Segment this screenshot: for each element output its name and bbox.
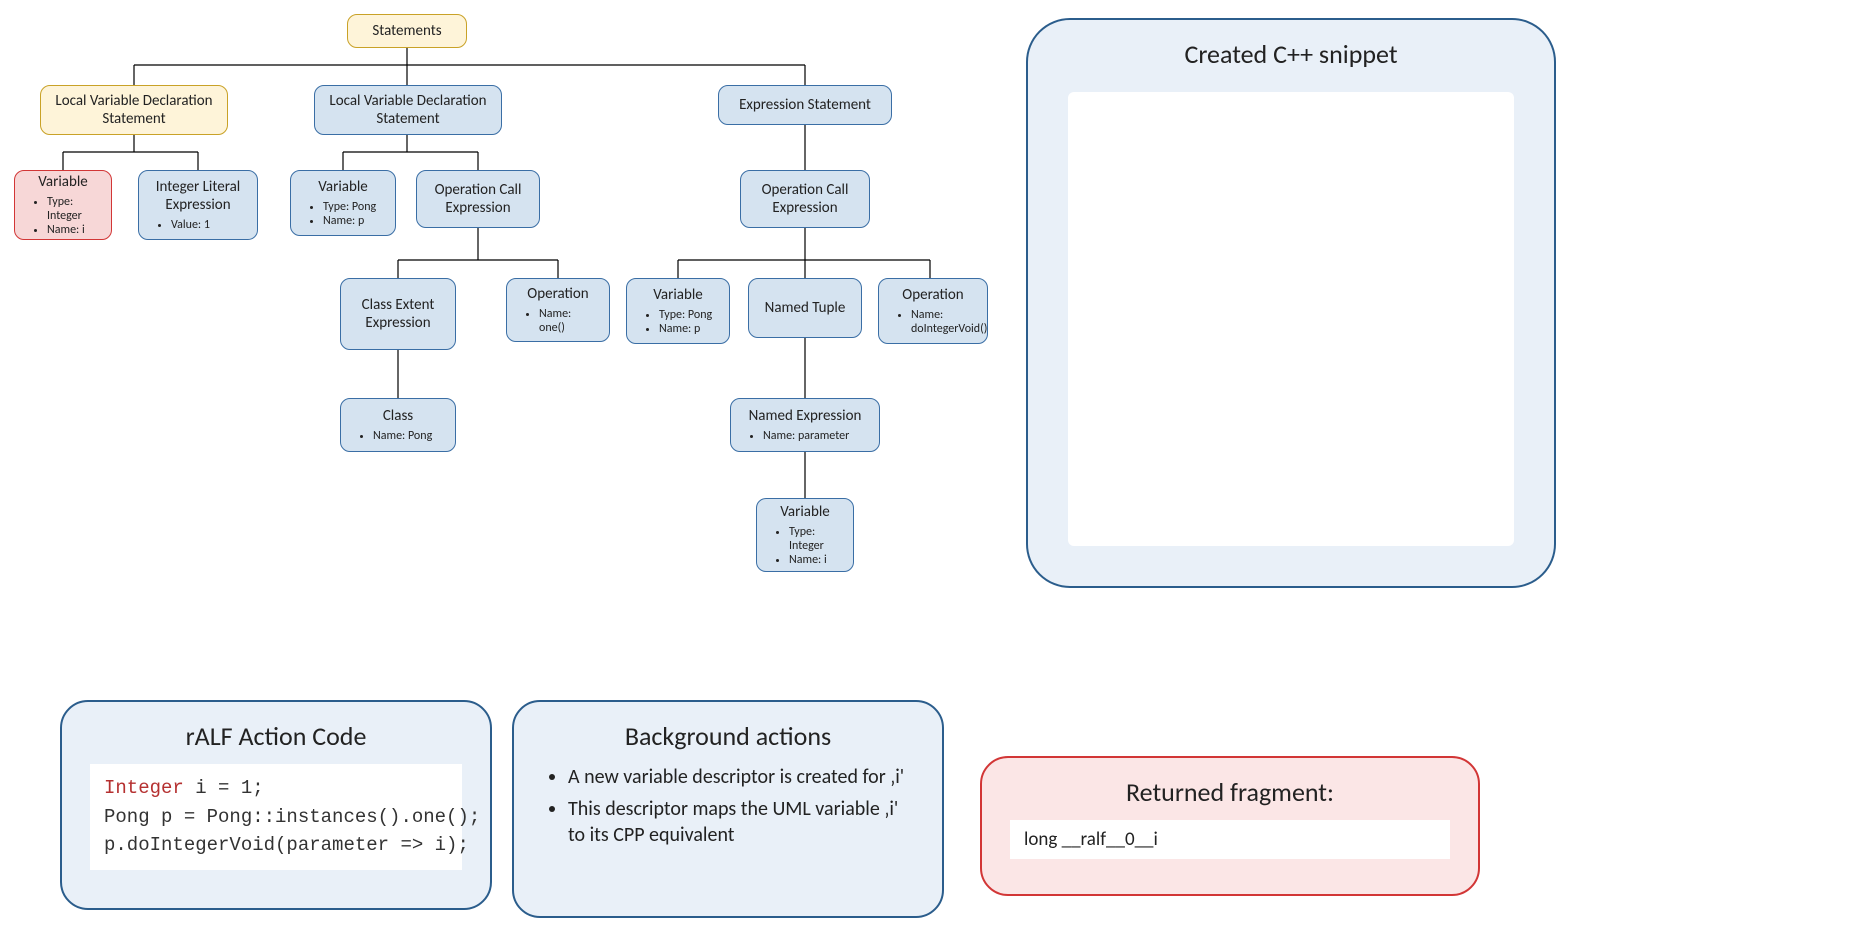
code-keyword: Integer (104, 777, 184, 799)
node-label: Class Extent Expression (351, 296, 445, 332)
panel-title: rALF Action Code (90, 720, 462, 752)
node-label: Statements (372, 22, 441, 40)
code-text: Pong p = Pong::instances().one(); (104, 806, 480, 828)
node-operation-call-expression-1: Operation Call Expression (416, 170, 540, 228)
panel-title: Created C++ snippet (1056, 38, 1526, 70)
node-operation-one: Operation Name: one() (506, 278, 610, 342)
tree-connectors (0, 0, 1876, 700)
node-label: Integer Literal Expression (149, 178, 247, 214)
node-statements: Statements (347, 14, 467, 48)
attr: Type: Integer (789, 525, 841, 553)
node-label: Operation Call Expression (751, 181, 859, 217)
snippet-empty-area (1068, 92, 1514, 546)
attr: Name: one() (539, 307, 597, 335)
attr: Name: Pong (373, 429, 443, 443)
node-named-tuple: Named Tuple (748, 278, 862, 338)
attr: Name: parameter (763, 429, 867, 443)
node-label: Named Expression (749, 407, 862, 425)
node-class-pong: Class Name: Pong (340, 398, 456, 452)
attr: Type: Integer (47, 195, 99, 223)
code-text: i = 1; (184, 777, 264, 799)
node-label: Variable (780, 503, 830, 521)
returned-fragment-text: long __ralf__0__i (1010, 820, 1450, 859)
node-expression-statement: Expression Statement (718, 85, 892, 125)
panel-title: Returned fragment: (1010, 776, 1450, 808)
node-class-extent-expression: Class Extent Expression (340, 278, 456, 350)
node-label: Operation Call Expression (427, 181, 529, 217)
node-label: Variable (38, 173, 88, 191)
panel-ralf-action-code: rALF Action Code Integer i = 1; Pong p =… (60, 700, 492, 910)
panel-background-actions: Background actions A new variable descri… (512, 700, 944, 918)
attr: Name: p (659, 322, 717, 336)
attr: Type: Pong (323, 200, 383, 214)
node-integer-literal-expression: Integer Literal Expression Value: 1 (138, 170, 258, 240)
panel-created-snippet: Created C++ snippet (1026, 18, 1556, 588)
node-variable-p-pong: Variable Type: Pong Name: p (290, 170, 396, 236)
node-label: Variable (318, 178, 368, 196)
node-variable-i-integer: Variable Type: Integer Name: i (14, 170, 112, 240)
attr: Type: Pong (659, 308, 717, 322)
node-operation-dointegervoid: Operation Name: doIntegerVoid() (878, 278, 988, 344)
bullet: This descriptor maps the UML variable ‚i… (568, 796, 914, 848)
node-label: Operation (902, 286, 963, 304)
node-operation-call-expression-2: Operation Call Expression (740, 170, 870, 228)
node-variable-p-pong-2: Variable Type: Pong Name: p (626, 278, 730, 344)
node-lvd-statement-2: Local Variable Declaration Statement (314, 85, 502, 135)
node-label: Local Variable Declaration Statement (325, 92, 491, 128)
node-label: Named Tuple (765, 299, 846, 317)
attr: Name: doIntegerVoid() (911, 308, 975, 336)
panel-returned-fragment: Returned fragment: long __ralf__0__i (980, 756, 1480, 896)
attr: Value: 1 (171, 218, 245, 232)
panel-title: Background actions (542, 720, 914, 752)
node-lvd-statement-1: Local Variable Declaration Statement (40, 85, 228, 135)
node-label: Class (383, 407, 413, 425)
node-variable-i-integer-2: Variable Type: Integer Name: i (756, 498, 854, 572)
node-named-expression: Named Expression Name: parameter (730, 398, 880, 452)
code-text: p.doIntegerVoid(parameter => i); (104, 834, 469, 856)
node-label: Local Variable Declaration Statement (51, 92, 217, 128)
node-label: Operation (527, 285, 588, 303)
attr: Name: p (323, 214, 383, 228)
attr: Name: i (789, 553, 841, 567)
attr: Name: i (47, 223, 99, 237)
node-label: Expression Statement (739, 96, 871, 114)
ralf-code: Integer i = 1; Pong p = Pong::instances(… (90, 764, 462, 870)
node-label: Variable (653, 286, 703, 304)
bullet: A new variable descriptor is created for… (568, 764, 914, 790)
